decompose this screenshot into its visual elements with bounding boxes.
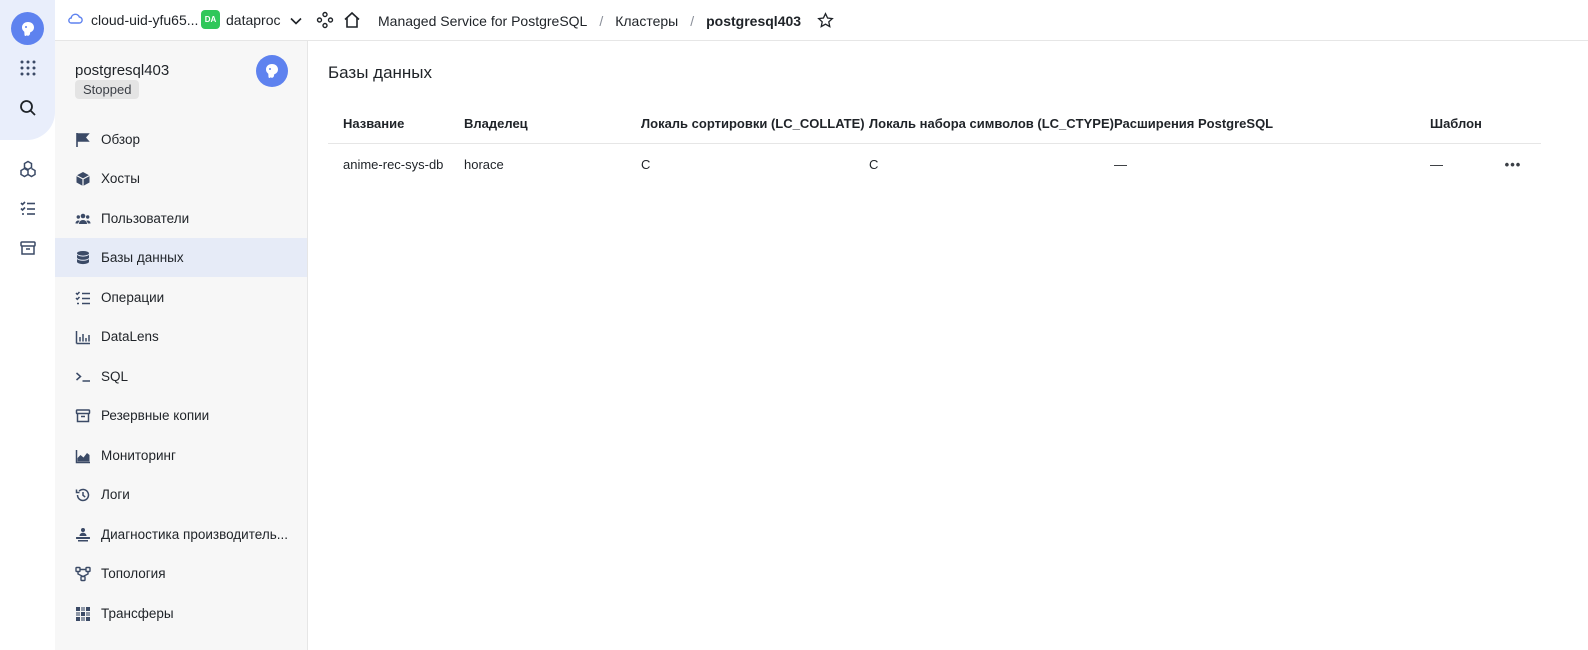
sidebar-item-label: Операции [101,290,165,305]
folder-badge: DA [201,10,220,29]
postgres-service-icon [256,55,288,87]
sidebar-item-label: Мониторинг [101,448,176,463]
transfers-icon [75,606,91,622]
sidebar-item-label: DataLens [101,329,159,344]
topology-icon [75,566,91,582]
sidebar-item-users[interactable]: Пользователи [55,199,307,238]
cell-owner: horace [464,156,504,172]
main-content: Базы данных Название Владелец Локаль сор… [308,41,1588,650]
column-header-template[interactable]: Шаблон [1430,103,1482,143]
list-check-icon [75,290,91,306]
cell-lc-collate: C [641,156,651,172]
sidebar-item-label: Хосты [101,171,140,186]
sidebar-item-topology[interactable]: Топология [55,554,307,593]
folder-selector[interactable]: dataproc [226,12,303,28]
column-header-extensions[interactable]: Расширения PostgreSQL [1114,103,1273,143]
cluster-sidebar: postgresql403 Stopped Обзор Хосты Пользо… [55,41,308,650]
column-header-owner[interactable]: Владелец [464,103,528,143]
page-title: Базы данных [328,63,433,82]
breadcrumb-current-cluster: postgresql403 [706,12,802,29]
sidebar-item-monitoring[interactable]: Мониторинг [55,436,307,475]
sidebar-item-operations[interactable]: Операции [55,278,307,317]
archive-icon[interactable] [16,236,40,260]
star-icon[interactable] [817,12,834,29]
cloud-icon [67,11,83,28]
cube-icon [75,171,91,187]
breadcrumb-separator: / [690,12,695,29]
top-header: cloud-uid-yfu65... DA dataproc Managed S… [55,0,1588,41]
service-map-icon[interactable] [315,10,335,30]
global-rail [0,0,55,650]
folder-label: dataproc [226,12,281,28]
sidebar-item-sql[interactable]: SQL [55,357,307,396]
chevron-down-icon [290,12,303,28]
operations-list-icon[interactable] [16,196,40,220]
sidebar-item-diagnostics[interactable]: Диагностика производитель... [55,515,307,554]
area-chart-icon [75,448,91,464]
databases-table: Название Владелец Локаль сортировки (LC_… [328,103,1541,184]
cell-template: — [1430,156,1443,172]
sidebar-item-label: Трансферы [101,606,174,621]
sidebar-item-logs[interactable]: Логи [55,475,307,514]
apps-grid-icon[interactable] [16,56,40,80]
table-header-row: Название Владелец Локаль сортировки (LC_… [328,103,1541,144]
sidebar-item-datalens[interactable]: DataLens [55,317,307,356]
diagnostics-icon [75,527,91,543]
table-row[interactable]: anime-rec-sys-db horace C C — — ••• [328,144,1541,184]
sidebar-item-label: Резервные копии [101,408,210,423]
search-icon[interactable] [16,96,40,120]
breadcrumb-clusters[interactable]: Кластеры [615,13,678,29]
sidebar-item-databases[interactable]: Базы данных [55,238,307,277]
column-header-lc-collate[interactable]: Локаль сортировки (LC_COLLATE) [641,103,865,143]
status-badge: Stopped [75,80,140,99]
cell-lc-ctype: C [869,156,879,172]
database-icon [75,250,91,266]
home-icon[interactable] [342,10,362,30]
sidebar-item-overview[interactable]: Обзор [55,120,307,159]
cell-extensions: — [1114,156,1127,172]
sidebar-item-label: SQL [101,369,129,384]
users-icon [75,211,91,227]
flag-icon [75,132,91,148]
cluster-name: postgresql403 [75,62,170,79]
chart-bars-icon [75,329,91,345]
sidebar-item-label: Обзор [101,132,140,147]
sidebar-item-label: Топология [101,566,166,581]
terminal-icon [75,369,91,385]
breadcrumb-service[interactable]: Managed Service for PostgreSQL [378,13,587,29]
services-cubes-icon[interactable] [16,157,40,181]
sidebar-item-backups[interactable]: Резервные копии [55,396,307,435]
cloud-label: cloud-uid-yfu65... [91,11,199,28]
row-actions-menu-icon[interactable]: ••• [1503,155,1523,173]
sidebar-item-label: Базы данных [101,250,184,265]
history-icon [75,487,91,503]
breadcrumb: Managed Service for PostgreSQL / Кластер… [378,12,834,29]
sidebar-item-hosts[interactable]: Хосты [55,159,307,198]
cloud-selector[interactable]: cloud-uid-yfu65... [67,11,198,28]
sidebar-item-transfers[interactable]: Трансферы [55,594,307,633]
cell-db-name: anime-rec-sys-db [343,156,444,172]
column-header-lc-ctype[interactable]: Локаль набора символов (LC_CTYPE) [869,103,1114,143]
sidebar-item-label: Пользователи [101,211,190,226]
archive-icon [75,408,91,424]
sidebar-item-label: Диагностика производитель... [101,527,288,542]
postgres-logo-icon[interactable] [11,12,44,45]
column-header-name[interactable]: Название [343,103,404,143]
sidebar-item-label: Логи [101,487,130,502]
breadcrumb-separator: / [599,12,604,29]
